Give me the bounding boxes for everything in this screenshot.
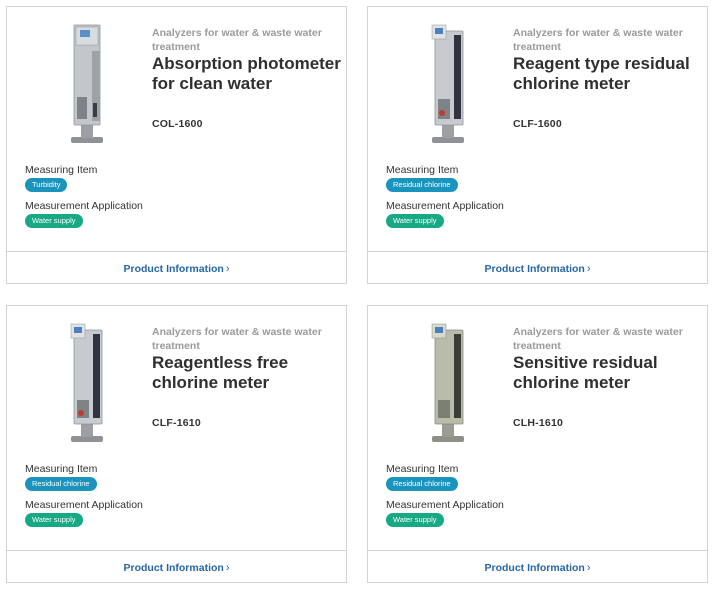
application-badge[interactable]: Water supply <box>25 513 83 527</box>
application-badge[interactable]: Water supply <box>25 214 83 228</box>
application-badge[interactable]: Water supply <box>386 214 444 228</box>
application-badge[interactable]: Water supply <box>386 513 444 527</box>
product-title[interactable]: Absorption photometer for clean water <box>152 54 342 94</box>
product-category: Analyzers for water & waste water treatm… <box>152 27 322 53</box>
card-divider <box>7 550 346 551</box>
product-image[interactable] <box>57 320 117 446</box>
chevron-right-icon: › <box>225 263 230 275</box>
application-label: Measurement Application <box>386 200 504 212</box>
model-number: CLH-1610 <box>513 417 564 429</box>
chevron-right-icon: › <box>586 263 591 275</box>
measuring-item-badge[interactable]: Turbidity <box>25 178 68 192</box>
product-information-link[interactable]: Product Information › <box>7 562 346 574</box>
link-label: Product Information <box>484 562 585 574</box>
measuring-item-badge[interactable]: Residual chlorine <box>386 178 458 192</box>
measuring-item-badge[interactable]: Residual chlorine <box>25 477 97 491</box>
product-title[interactable]: Reagent type residual chlorine meter <box>513 54 703 94</box>
measuring-item-label: Measuring Item <box>25 463 98 475</box>
measuring-item-badge[interactable]: Residual chlorine <box>386 477 458 491</box>
product-image[interactable] <box>57 21 117 147</box>
product-card: Analyzers for water & waste water treatm… <box>367 6 708 284</box>
measuring-item-label: Measuring Item <box>386 463 459 475</box>
application-label: Measurement Application <box>25 200 143 212</box>
model-number: CLF-1600 <box>513 118 562 130</box>
link-label: Product Information <box>123 263 224 275</box>
measuring-item-label: Measuring Item <box>386 164 459 176</box>
card-divider <box>7 251 346 252</box>
model-number: CLF-1610 <box>152 417 201 429</box>
chevron-right-icon: › <box>225 562 230 574</box>
product-category: Analyzers for water & waste water treatm… <box>152 326 322 352</box>
product-card: Analyzers for water & waste water treatm… <box>6 305 347 583</box>
measuring-item-label: Measuring Item <box>25 164 98 176</box>
link-label: Product Information <box>123 562 224 574</box>
product-information-link[interactable]: Product Information › <box>7 263 346 275</box>
product-category: Analyzers for water & waste water treatm… <box>513 27 683 53</box>
product-image[interactable] <box>418 320 478 446</box>
product-image[interactable] <box>418 21 478 147</box>
card-divider <box>368 550 707 551</box>
link-label: Product Information <box>484 263 585 275</box>
product-title[interactable]: Reagentless free chlorine meter <box>152 353 342 393</box>
product-title[interactable]: Sensitive residual chlorine meter <box>513 353 703 393</box>
model-number: COL-1600 <box>152 118 203 130</box>
application-label: Measurement Application <box>25 499 143 511</box>
card-divider <box>368 251 707 252</box>
product-card: Analyzers for water & waste water treatm… <box>6 6 347 284</box>
product-card: Analyzers for water & waste water treatm… <box>367 305 708 583</box>
chevron-right-icon: › <box>586 562 591 574</box>
application-label: Measurement Application <box>386 499 504 511</box>
product-information-link[interactable]: Product Information › <box>368 562 707 574</box>
product-category: Analyzers for water & waste water treatm… <box>513 326 683 352</box>
product-information-link[interactable]: Product Information › <box>368 263 707 275</box>
